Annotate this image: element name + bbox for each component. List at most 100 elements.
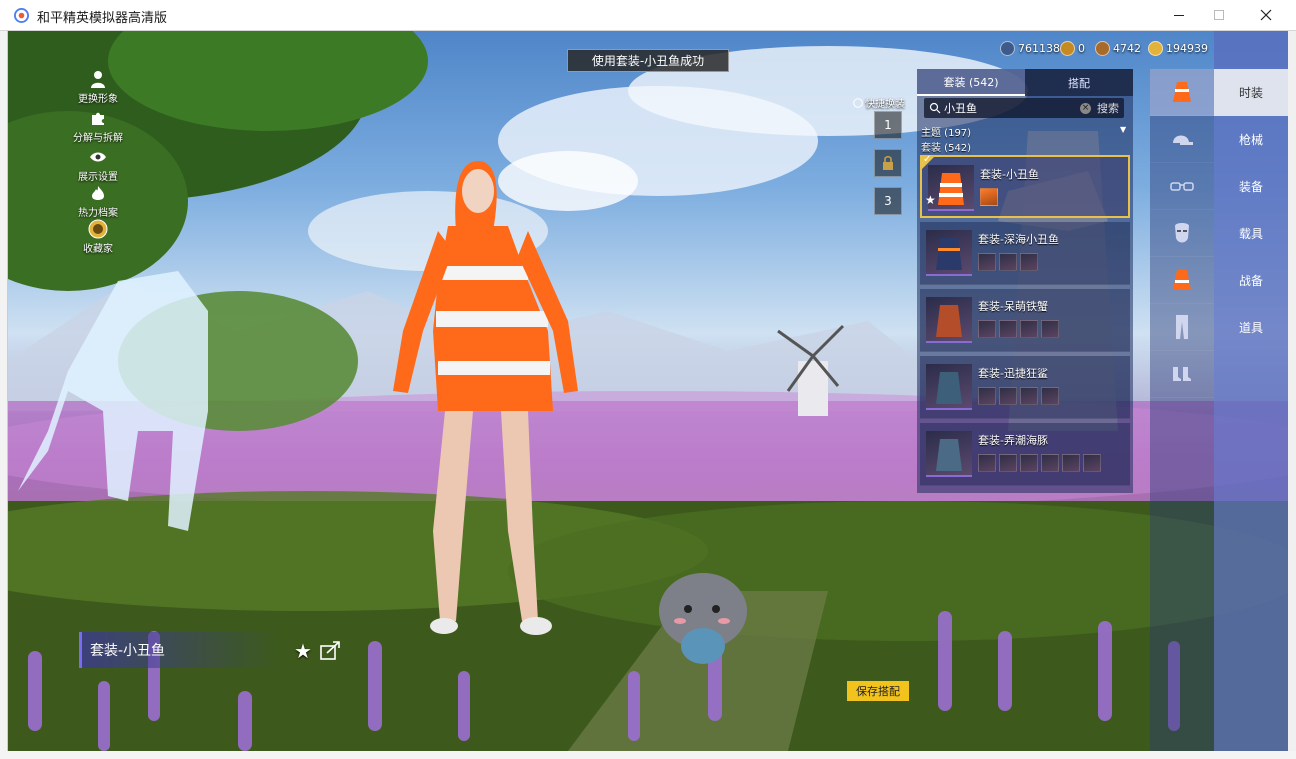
close-icon: [1260, 9, 1272, 21]
left-menu-label: 更换形象: [78, 94, 118, 105]
slot-number: 3: [884, 194, 892, 208]
minimize-icon: [1174, 14, 1184, 16]
eye-icon: [88, 147, 108, 167]
coin-bronze-icon: [1095, 41, 1110, 56]
currency-value: 0: [1078, 42, 1085, 55]
outfit-items: [978, 253, 1041, 271]
search-value: 小丑鱼: [944, 102, 977, 115]
category-items[interactable]: 道具: [1214, 304, 1288, 351]
outfit-item-thumb: [1062, 454, 1080, 472]
category-vehicles[interactable]: 载具: [1214, 210, 1288, 257]
slot-number: 1: [884, 118, 892, 132]
currency-2: 0: [1060, 41, 1085, 56]
outfit-item-thumb: [1020, 320, 1038, 338]
tab-combos[interactable]: 搭配: [1025, 69, 1133, 96]
outfit-item-thumb: [1041, 387, 1059, 405]
outfit-item-thumb: [1041, 320, 1059, 338]
left-menu-heat-archive[interactable]: 热力档案: [68, 183, 128, 219]
tab-outfits[interactable]: 套装 (542): [917, 69, 1025, 96]
outfit-item-thumb: [999, 320, 1017, 338]
outfit-thumbnail: [926, 297, 972, 343]
search-button[interactable]: 搜索: [1097, 100, 1119, 116]
slot-shoes[interactable]: [1150, 351, 1214, 398]
coin-blue-icon: [1000, 41, 1015, 56]
slot-icon-column: [1150, 69, 1214, 751]
left-menu-decompose[interactable]: 分解与拆解: [68, 108, 128, 144]
quick-change-slot-3[interactable]: 3: [874, 187, 902, 215]
search-input[interactable]: 小丑鱼 × 搜索: [924, 98, 1124, 118]
quick-change-slot-1[interactable]: 1: [874, 111, 902, 139]
person-icon: [88, 69, 108, 89]
quick-change-label[interactable]: 快捷换装: [853, 95, 905, 110]
toast-message: 使用套装-小丑鱼成功: [567, 49, 729, 72]
pants-icon: [1176, 315, 1188, 339]
outfit-card[interactable]: 套装-弄潮海豚: [920, 423, 1130, 486]
outfit-icon: [1173, 82, 1191, 102]
coin-yellow-icon: [1148, 41, 1163, 56]
current-outfit-name: 套装-小丑鱼: [79, 632, 279, 668]
outfit-thumbnail: [926, 230, 972, 276]
outfit-item-thumb: [978, 387, 996, 405]
window-title: 和平精英模拟器高清版: [37, 11, 168, 26]
left-menu-change-avatar[interactable]: 更换形象: [68, 69, 128, 105]
slot-outfit[interactable]: [1150, 69, 1214, 116]
save-combo-button[interactable]: 保存搭配: [847, 681, 909, 701]
outfit-card[interactable]: 套装-深海小丑鱼: [920, 222, 1130, 285]
maximize-button[interactable]: [1196, 0, 1242, 30]
chevron-down-icon[interactable]: ▼: [1120, 125, 1126, 134]
host-left-edge: [0, 31, 8, 759]
star-icon: ★: [925, 193, 936, 207]
outfit-item-thumb: [1083, 454, 1101, 472]
slot-pants[interactable]: [1150, 304, 1214, 351]
outfit-thumbnail: [926, 364, 972, 410]
category-fashion[interactable]: 时装: [1214, 69, 1288, 116]
outfit-items: [978, 454, 1104, 472]
app-logo-icon: [14, 8, 29, 23]
left-menu-display-settings[interactable]: 展示设置: [68, 147, 128, 183]
slot-glasses[interactable]: [1150, 163, 1214, 210]
outfit-item-thumb: [999, 454, 1017, 472]
outfit-items: [978, 320, 1062, 338]
game-viewport[interactable]: 更换形象 分解与拆解 展示设置 热力档案 收藏家 使用套装-小丑鱼成功 7611…: [8, 31, 1288, 751]
panel-tabs: 套装 (542) 搭配: [917, 69, 1133, 96]
cap-icon: [1173, 135, 1193, 145]
left-menu-collector[interactable]: 收藏家: [68, 219, 128, 255]
outfit-name: 套装-迅捷狂鲨: [978, 367, 1048, 380]
share-icon[interactable]: [320, 640, 342, 660]
outfit-item-thumb: [1020, 387, 1038, 405]
outfit-item-thumb: [1020, 454, 1038, 472]
quick-change-slot-2-locked[interactable]: [874, 149, 902, 177]
outfit-item-thumb: [978, 320, 996, 338]
outfit-card[interactable]: 套装-呆萌铁蟹: [920, 289, 1130, 352]
host-right-edge: [1288, 31, 1296, 759]
outfit-name: 套装-小丑鱼: [980, 168, 1039, 181]
category-gear[interactable]: 战备: [1214, 257, 1288, 304]
slot-cap[interactable]: [1150, 116, 1214, 163]
left-menu-label: 分解与拆解: [73, 133, 123, 144]
title-bar: 和平精英模拟器高清版: [0, 0, 1296, 31]
outfit-card-selected[interactable]: ✓ ★ 套装-小丑鱼: [920, 154, 1130, 218]
outfit-card[interactable]: 套装-迅捷狂鲨: [920, 356, 1130, 419]
close-window-button[interactable]: [1243, 0, 1289, 30]
category-weapons[interactable]: 枪械: [1214, 116, 1288, 163]
currency-4: 194939: [1148, 41, 1208, 56]
slot-mask[interactable]: [1150, 210, 1214, 257]
left-menu-label: 热力档案: [78, 208, 118, 219]
coin-gold-icon: [1060, 41, 1075, 56]
favorite-star-icon[interactable]: ★: [294, 639, 312, 663]
outfit-item-thumb: [978, 454, 996, 472]
outfit-name: 套装-深海小丑鱼: [978, 233, 1059, 246]
outfit-thumbnail: [926, 431, 972, 477]
host-bottom-edge: [0, 751, 1296, 759]
filter-theme[interactable]: 主题 (197): [921, 124, 971, 139]
slot-top[interactable]: [1150, 257, 1214, 304]
filter-outfits[interactable]: 套装 (542): [921, 139, 971, 154]
clear-search-icon[interactable]: ×: [1080, 102, 1091, 114]
category-equipment[interactable]: 装备: [1214, 163, 1288, 210]
outfit-item-thumb: [999, 387, 1017, 405]
mask-icon: [1175, 223, 1189, 243]
currency-value: 4742: [1113, 42, 1141, 55]
quick-change-text: 快捷换装: [865, 99, 905, 110]
check-icon: ✓: [923, 154, 932, 165]
outfit-item-thumb: [999, 253, 1017, 271]
